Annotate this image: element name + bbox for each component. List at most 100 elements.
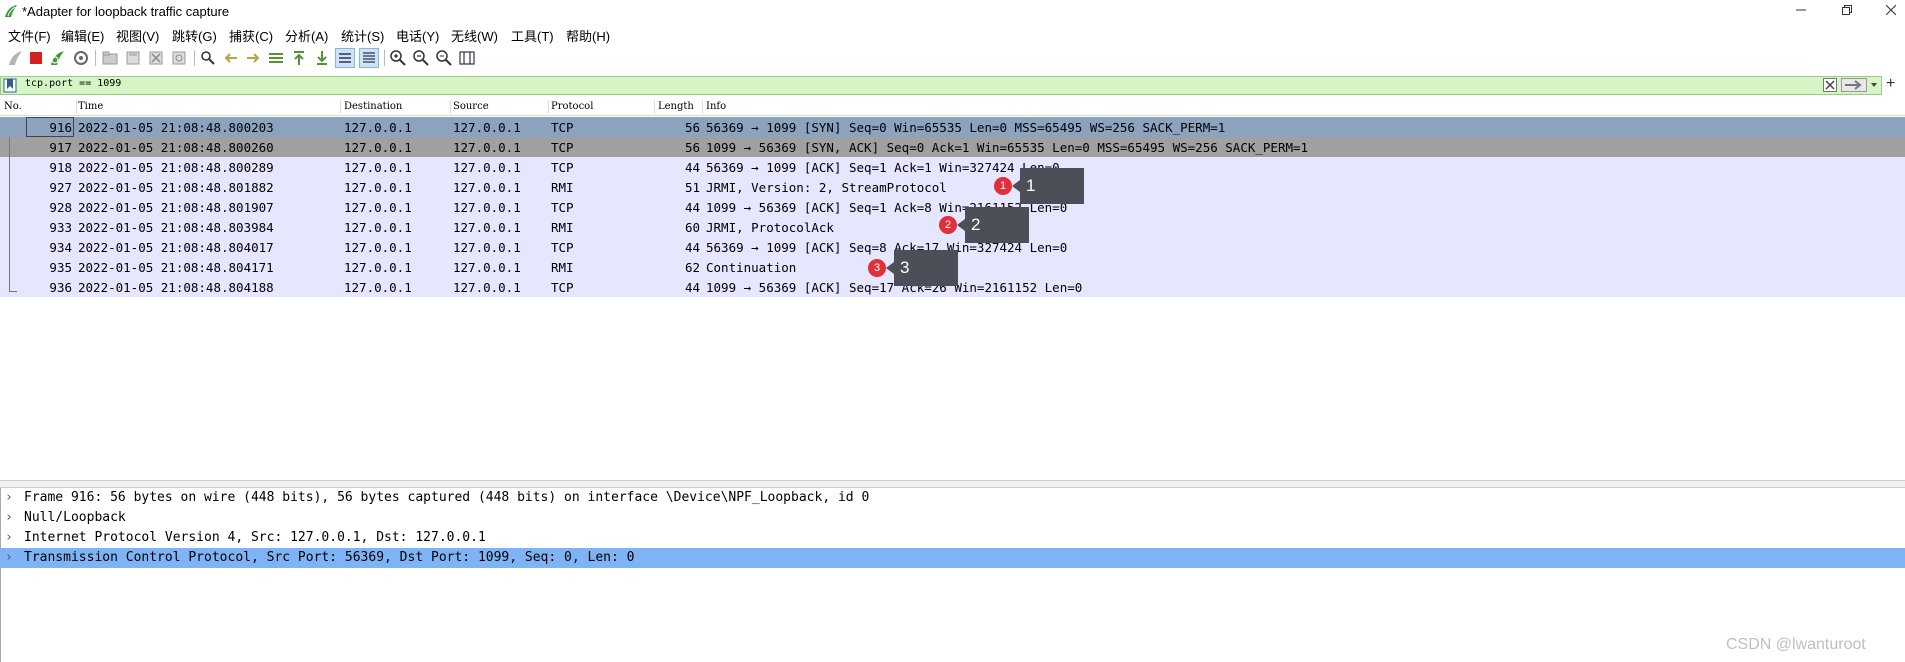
restore-button[interactable] <box>1832 2 1862 20</box>
packet-no: 934 <box>49 240 72 255</box>
packet-source: 127.0.0.1 <box>453 220 521 235</box>
packet-no: 933 <box>49 220 72 235</box>
packet-row[interactable]: 928 2022-01-05 21:08:48.801907 127.0.0.1 12… <box>0 197 1905 217</box>
packet-info: Continuation <box>706 260 797 275</box>
zoom-in-button[interactable] <box>389 49 407 67</box>
packet-destination: 127.0.0.1 <box>344 220 412 235</box>
packet-length: 44 <box>684 160 700 175</box>
conversation-bracket-end <box>9 291 17 292</box>
watermark: CSDN @lwanturoot <box>1726 636 1866 653</box>
packet-no: 918 <box>49 160 72 175</box>
restore-icon <box>1842 5 1852 15</box>
go-first-button[interactable] <box>290 49 308 67</box>
chevron-right-icon[interactable]: › <box>5 510 13 525</box>
save-file-button[interactable] <box>124 49 142 67</box>
find-packet-button[interactable] <box>199 49 217 67</box>
zoom-out-icon <box>413 50 429 66</box>
capture-options-button[interactable] <box>72 49 90 67</box>
packet-info: 56369 → 1099 [ACK] Seq=1 Ack=1 Win=32742… <box>706 160 1060 175</box>
autoscroll-button[interactable] <box>335 48 355 68</box>
column-time[interactable]: Time <box>78 101 103 112</box>
annotation-badge: 3 <box>868 259 886 277</box>
column-info[interactable]: Info <box>706 101 726 112</box>
packet-length: 62 <box>684 260 700 275</box>
packet-info: JRMI, ProtocolAck <box>706 220 834 235</box>
column-protocol[interactable]: Protocol <box>551 101 593 112</box>
packet-row[interactable]: 917 2022-01-05 21:08:48.800260 127.0.0.1 12… <box>0 137 1905 157</box>
minimize-button[interactable] <box>1786 2 1816 20</box>
detail-text: Null/Loopback <box>24 510 126 525</box>
menu-help[interactable]: 帮助(H) <box>566 26 610 45</box>
packet-time: 2022-01-05 21:08:48.800260 <box>78 140 274 155</box>
detail-tree-item[interactable]: › Null/Loopback <box>0 508 1905 528</box>
resize-columns-button[interactable] <box>458 49 476 67</box>
chevron-right-icon[interactable]: › <box>5 530 13 545</box>
packet-source: 127.0.0.1 <box>453 200 521 215</box>
packet-info: JRMI, Version: 2, StreamProtocol <box>706 180 947 195</box>
chevron-right-icon[interactable]: › <box>5 490 13 505</box>
chevron-right-icon[interactable]: › <box>5 550 13 565</box>
column-destination[interactable]: Destination <box>344 101 402 112</box>
column-length[interactable]: Length <box>658 101 694 112</box>
column-no[interactable]: No. <box>4 101 22 112</box>
annotation-label: 3 <box>886 250 958 286</box>
packet-protocol: TCP <box>551 140 574 155</box>
normal-size-button[interactable] <box>435 49 453 67</box>
menu-view[interactable]: 视图(V) <box>116 26 159 45</box>
go-forward-button[interactable] <box>244 49 262 67</box>
menu-capture[interactable]: 捕获(C) <box>229 26 273 45</box>
menu-go[interactable]: 跳转(G) <box>172 26 217 45</box>
detail-tree-item[interactable]: › Transmission Control Protocol, Src Port… <box>0 548 1905 568</box>
detail-tree-item[interactable]: › Internet Protocol Version 4, Src: 127.0… <box>0 528 1905 548</box>
menu-telephony[interactable]: 电话(Y) <box>396 26 439 45</box>
packet-no: 927 <box>49 180 72 195</box>
close-file-button[interactable] <box>147 49 165 67</box>
packet-row[interactable]: 916 2022-01-05 21:08:48.800203 127.0.0.1 12… <box>0 117 1905 137</box>
colorize-button[interactable] <box>359 48 379 68</box>
stop-capture-button[interactable] <box>27 49 45 67</box>
packet-time: 2022-01-05 21:08:48.803984 <box>78 220 274 235</box>
packet-list-header: No. Time Destination Source Protocol Len… <box>0 99 1905 116</box>
go-last-button[interactable] <box>313 49 331 67</box>
menu-edit[interactable]: 编辑(E) <box>61 26 104 45</box>
go-to-packet-button[interactable] <box>267 49 285 67</box>
filter-dropdown-icon[interactable] <box>1869 78 1879 92</box>
go-to-packet-icon <box>269 53 283 63</box>
wireshark-logo-icon <box>5 5 17 17</box>
close-file-icon <box>149 51 163 65</box>
packet-row[interactable]: 918 2022-01-05 21:08:48.800289 127.0.0.1 12… <box>0 157 1905 177</box>
go-last-icon <box>317 51 327 65</box>
column-source[interactable]: Source <box>453 101 489 112</box>
title-bar: *Adapter for loopback traffic capture <box>0 0 1905 22</box>
find-packet-icon <box>201 51 215 65</box>
apply-filter-icon[interactable] <box>1841 78 1867 92</box>
display-filter-bar: tcp.port == 1099 <box>0 76 1882 95</box>
open-file-button[interactable] <box>101 49 119 67</box>
add-filter-button[interactable]: + <box>1886 75 1895 93</box>
start-capture-button[interactable] <box>6 49 24 67</box>
detail-tree-item[interactable]: › Frame 916: 56 bytes on wire (448 bits),… <box>0 488 1905 508</box>
packet-destination: 127.0.0.1 <box>344 240 412 255</box>
bookmark-icon[interactable] <box>3 78 17 93</box>
clear-filter-icon[interactable] <box>1823 78 1837 92</box>
packet-source: 127.0.0.1 <box>453 140 521 155</box>
go-back-icon <box>224 53 237 63</box>
zoom-out-button[interactable] <box>412 49 430 67</box>
close-window-button[interactable] <box>1876 2 1905 20</box>
packet-row[interactable]: 927 2022-01-05 21:08:48.801882 127.0.0.1 12… <box>0 177 1905 197</box>
menu-file[interactable]: 文件(F) <box>8 26 51 45</box>
menu-tools[interactable]: 工具(T) <box>511 26 554 45</box>
display-filter-input[interactable]: tcp.port == 1099 <box>25 78 121 89</box>
go-back-button[interactable] <box>222 49 240 67</box>
capture-options-icon <box>74 51 88 65</box>
menu-analyze[interactable]: 分析(A) <box>285 26 328 45</box>
menu-statistics[interactable]: 统计(S) <box>341 26 384 45</box>
packet-protocol: TCP <box>551 280 574 295</box>
pane-splitter[interactable] <box>0 480 1905 488</box>
menu-wireless[interactable]: 无线(W) <box>451 26 498 45</box>
minimize-icon <box>1796 9 1806 11</box>
reload-file-button[interactable] <box>170 49 188 67</box>
restart-capture-button[interactable] <box>48 49 66 67</box>
detail-text: Internet Protocol Version 4, Src: 127.0.… <box>24 530 486 545</box>
packet-no: 935 <box>49 260 72 275</box>
